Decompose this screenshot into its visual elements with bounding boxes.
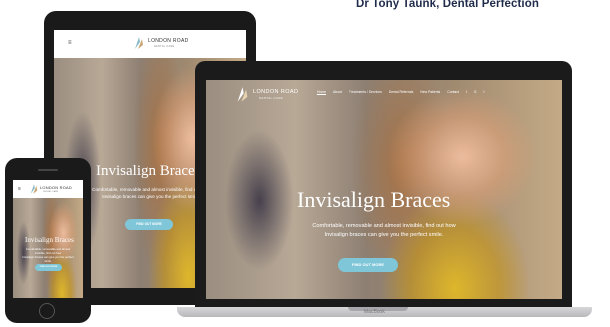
nav-home[interactable]: Home [317,90,327,95]
laptop-hero-button[interactable]: FIND OUT MORE [338,258,398,272]
laptop-brand-tag: DENTAL CARE [259,96,283,100]
google-icon[interactable]: G [474,90,477,95]
page-caption: Dr Tony Taunk, Dental Perfection [356,0,539,10]
tablet-menu-icon[interactable]: ≡ [68,40,72,46]
tablet-header: ≡ LONDON ROAD DENTAL CARE [54,30,246,58]
tablet-hero-title: Invisalign Braces [96,163,201,179]
laptop-hero-subtitle: Comfortable, removable and almost invisi… [312,223,456,238]
laptop-nav: Home About Treatments / Services Dental … [317,90,485,95]
tablet-brand-tag: DENTAL CARE [154,45,175,48]
nav-referrals[interactable]: Dental Referrals [389,90,414,95]
phone-device: ≡ LONDON ROAD DENTAL CARE Invisalign Bra… [5,158,91,323]
nav-contact[interactable]: Contact [447,90,459,95]
phone-screen: ≡ LONDON ROAD DENTAL CARE Invisalign Bra… [13,180,83,298]
phone-hero-button[interactable]: FIND OUT MORE [35,264,62,271]
facebook-icon[interactable]: f [466,90,467,95]
phone-brand-tag: DENTAL CARE [43,191,59,193]
phone-hero-subtitle: Comfortable, removable and almost invisi… [22,247,74,263]
nav-treatments[interactable]: Treatments / Services [349,90,382,95]
phone-hero: Invisalign Braces Comfortable, removable… [13,198,83,298]
phone-logo-icon [30,184,38,194]
nav-new-patients[interactable]: New Patients [420,90,440,95]
laptop-hero: LONDON ROAD DENTAL CARE Home About Treat… [206,80,562,299]
twitter-icon[interactable]: t [484,90,485,95]
tablet-hero-button[interactable]: FIND OUT MORE [125,219,173,230]
nav-about[interactable]: About [333,90,342,95]
phone-brand-name: LONDON ROAD [40,185,72,190]
tablet-brand-name: LONDON ROAD [148,38,189,44]
phone-menu-icon[interactable]: ≡ [18,186,21,192]
phone-hero-title: Invisalign Braces [25,236,74,244]
phone-speaker [38,169,58,171]
laptop-brand-name: LONDON ROAD [253,89,299,95]
laptop-hero-title: Invisalign Braces [297,187,451,212]
phone-header: ≡ LONDON ROAD DENTAL CARE [13,180,83,198]
phone-home-button[interactable] [39,303,55,319]
laptop-screen: LONDON ROAD DENTAL CARE Home About Treat… [206,80,562,299]
laptop-brand-label: MacBook [364,309,385,315]
laptop-logo-icon [237,87,248,102]
tablet-logo-icon [135,37,143,49]
